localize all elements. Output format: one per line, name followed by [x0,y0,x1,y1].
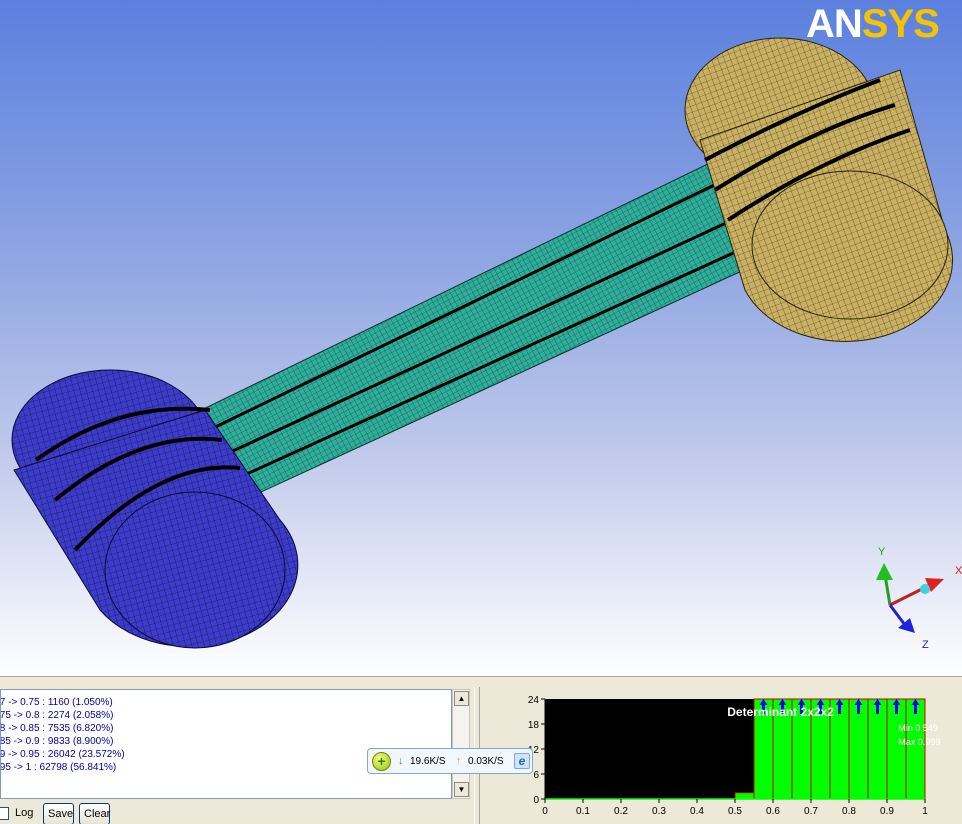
x-tick-label: 0.8 [842,806,856,817]
log-checkbox[interactable] [0,807,9,820]
rod-mesh [184,157,771,499]
overflow-arrow-icon [876,704,879,714]
download-speed: 19.6K/S [410,756,446,767]
metric-histogram-panel: 0 6 12 18 24 0 0.1 0.2 0.3 0.4 0.5 0.6 0.7 0.8 0.9 1 D… [482,687,962,824]
log-line: .8 -> 0.85 : 7535 (6.820%) [0,723,114,734]
log-scrollbar[interactable]: ▲ ▼ [452,689,470,799]
clear-button[interactable]: Clear [79,803,110,824]
logo-sys: SYS [861,2,940,46]
scroll-down-icon[interactable]: ▼ [454,782,469,797]
x-tick-label: 0.9 [880,806,894,817]
graphics-viewport[interactable]: Y X Z ANSYS [0,0,962,676]
overflow-arrow-icon [857,704,860,714]
log-line: .75 -> 0.8 : 2274 (2.058%) [0,710,114,721]
y-tick-label: 24 [528,695,540,706]
triad-origin-icon [920,584,930,594]
x-tick-label: 0.5 [728,806,742,817]
download-arrow-icon: ↓ [398,755,404,767]
z-axis-label: Z [922,639,929,651]
log-line: .85 -> 0.9 : 9833 (8.900%) [0,736,114,747]
x-tick-label: 1 [922,806,928,817]
scroll-up-icon[interactable]: ▲ [454,691,469,706]
y-tick-label: 0 [533,795,539,806]
ansys-logo: ANSYS [806,2,940,47]
gold-piston-mesh [684,37,954,343]
x-tick-label: 0 [542,806,548,817]
chart-max-label: Max 0.999 [898,737,940,747]
x-tick-label: 0.1 [576,806,590,817]
y-axis-arrow-icon [876,563,893,580]
network-speed-widget[interactable]: + ↓ 19.6K/S ↑ 0.03K/S e [367,748,533,774]
accelerator-plus-icon[interactable]: + [372,752,391,771]
overflow-arrow-icon [914,704,917,714]
mesh-model[interactable]: Y X Z [0,0,962,676]
log-checkbox-label: Log [15,807,34,819]
logo-an: AN [806,2,863,46]
browser-icon[interactable]: e [514,753,530,769]
overflow-arrow-icon [895,704,898,714]
log-controls: Log Save Clear [0,801,472,824]
save-button[interactable]: Save [43,803,74,824]
metric-histogram[interactable]: 06121824 0 0.1 0.2 0.3 0.4 0.5 0.6 0.7 0.8 0.9 1 D… [482,687,962,824]
y-tick-label: 18 [528,720,540,731]
x-tick-label: 0.4 [690,806,704,817]
chart-title: Determinant 2x2x2 [727,705,834,719]
y-axis-label: Y [878,546,886,558]
x-tick-label: 0.7 [804,806,818,817]
histogram-bar[interactable] [734,792,755,800]
x-axis-label: X [955,565,962,577]
upload-arrow-icon: ↑ [456,755,462,767]
overflow-arrow-icon [838,704,841,714]
log-line: .7 -> 0.75 : 1160 (1.050%) [0,697,113,708]
chart-min-label: Min 0.549 [898,723,938,733]
x-tick-label: 0.2 [614,806,628,817]
upload-speed: 0.03K/S [468,756,504,767]
log-textbox[interactable]: .7 -> 0.75 : 1160 (1.050%) .75 -> 0.8 : … [0,689,452,799]
x-tick-label: 0.6 [766,806,780,817]
axis-triad[interactable]: Y X Z [876,546,962,651]
x-tick-label: 0.3 [652,806,666,817]
y-tick-label: 6 [533,770,539,781]
